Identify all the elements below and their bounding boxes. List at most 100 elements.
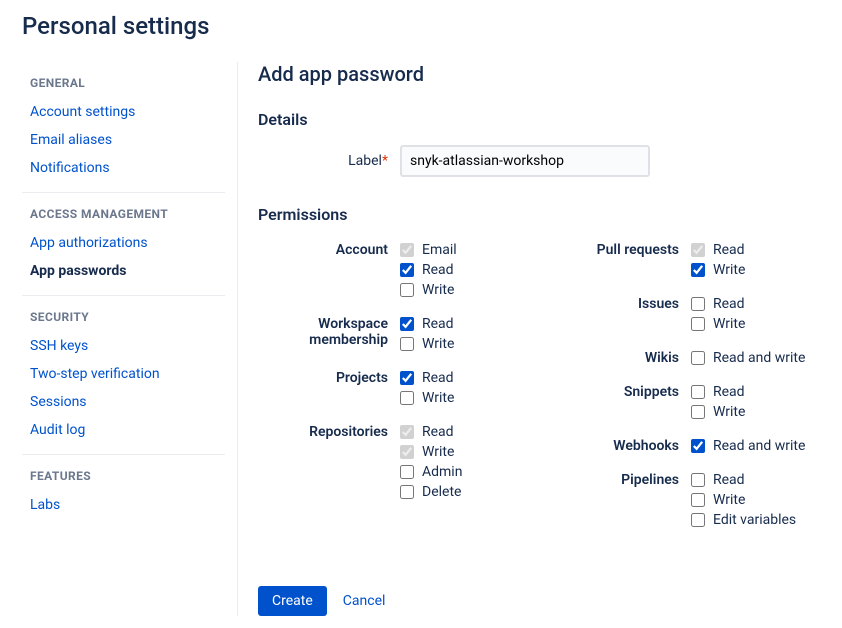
cancel-button[interactable]: Cancel [343, 593, 386, 609]
perm-checkbox[interactable] [400, 391, 414, 405]
permissions-right-column: Pull requestsReadWriteIssuesReadWriteWik… [549, 240, 820, 544]
perm-checkbox[interactable] [691, 317, 705, 331]
sidebar-item-sessions[interactable]: Sessions [22, 388, 225, 416]
main-content: Add app password Details Label* Permissi… [238, 62, 820, 616]
perm-checkbox[interactable] [691, 493, 705, 507]
sidebar-section: GENERALAccount settingsEmail aliasesNoti… [22, 62, 225, 193]
perm-options: Read Write [691, 240, 820, 280]
permissions-heading: Permissions [258, 205, 820, 224]
perm-option-label: Admin [422, 464, 462, 480]
perm-option[interactable]: Write [691, 260, 820, 280]
perm-group-label: Projects [258, 368, 400, 408]
perm-option[interactable]: Edit variables [691, 510, 820, 530]
perm-option[interactable]: Write [400, 334, 529, 354]
sidebar-item-labs[interactable]: Labs [22, 491, 225, 519]
perm-group-pull-requests: Pull requestsReadWrite [549, 240, 820, 280]
perm-option[interactable]: Read [691, 382, 820, 402]
perm-group-projects: Projects Read Write [258, 368, 529, 408]
sidebar-item-account-settings[interactable]: Account settings [22, 98, 225, 126]
create-button[interactable]: Create [258, 586, 327, 616]
perm-option-label: Write [422, 444, 454, 460]
perm-option[interactable]: Write [691, 402, 820, 422]
perm-option[interactable]: Read and write [691, 436, 820, 456]
perm-option-label: Read [713, 242, 745, 258]
perm-checkbox[interactable] [400, 337, 414, 351]
label-text: Label [348, 153, 382, 169]
perm-option-label: Write [422, 336, 454, 352]
perm-option[interactable]: Read [400, 422, 529, 442]
sidebar-item-app-authorizations[interactable]: App authorizations [22, 229, 225, 257]
perm-group-label: Snippets [549, 382, 691, 422]
perm-option[interactable]: Read and write [691, 348, 820, 368]
perm-option-label: Write [713, 404, 745, 420]
perm-option[interactable]: Read [400, 314, 529, 334]
sidebar-item-two-step-verification[interactable]: Two-step verification [22, 360, 225, 388]
perm-checkbox[interactable] [691, 405, 705, 419]
perm-option[interactable]: Read [400, 368, 529, 388]
perm-option[interactable]: Write [691, 490, 820, 510]
main-title: Add app password [258, 62, 820, 86]
sidebar-heading: ACCESS MANAGEMENT [22, 203, 225, 229]
perm-checkbox[interactable] [400, 317, 414, 331]
permissions-left-column: AccountEmailReadWriteWorkspace membershi… [258, 240, 529, 544]
perm-option[interactable]: Read [691, 240, 820, 260]
sidebar-heading: GENERAL [22, 72, 225, 98]
perm-option[interactable]: Delete [400, 482, 529, 502]
sidebar-item-email-aliases[interactable]: Email aliases [22, 126, 225, 154]
perm-option[interactable]: Write [400, 388, 529, 408]
perm-checkbox[interactable] [400, 465, 414, 479]
button-row: Create Cancel [258, 586, 820, 616]
perm-group-label: Account [258, 240, 400, 300]
perm-checkbox[interactable] [691, 297, 705, 311]
perm-option-label: Read and write [713, 438, 805, 454]
perm-checkbox[interactable] [691, 439, 705, 453]
perm-checkbox[interactable] [400, 371, 414, 385]
perm-option-label: Read [422, 370, 454, 386]
page-title: Personal settings [22, 12, 820, 40]
perm-option[interactable]: Admin [400, 462, 529, 482]
perm-option[interactable]: Email [400, 240, 529, 260]
perm-group-account: AccountEmail Read Write [258, 240, 529, 300]
perm-options: Email Read Write [400, 240, 529, 300]
perm-option[interactable]: Write [400, 280, 529, 300]
perm-checkbox[interactable] [691, 385, 705, 399]
sidebar-heading: SECURITY [22, 306, 225, 332]
perm-option-label: Read and write [713, 350, 805, 366]
perm-option[interactable]: Read [691, 470, 820, 490]
perm-option[interactable]: Write [691, 314, 820, 334]
sidebar-item-app-passwords[interactable]: App passwords [22, 257, 225, 285]
perm-checkbox[interactable] [691, 473, 705, 487]
perm-group-webhooks: WebhooksRead and write [549, 436, 820, 456]
perm-group-label: Repositories [258, 422, 400, 502]
perm-group-wikis: Wikis Read and write [549, 348, 820, 368]
perm-option-label: Write [713, 262, 745, 278]
perm-options: Read Write [400, 314, 529, 354]
perm-group-issues: IssuesReadWrite [549, 294, 820, 334]
sidebar-item-ssh-keys[interactable]: SSH keys [22, 332, 225, 360]
sidebar-item-audit-log[interactable]: Audit log [22, 416, 225, 444]
perm-checkbox[interactable] [691, 351, 705, 365]
perm-checkbox[interactable] [400, 283, 414, 297]
perm-option-label: Read [713, 296, 745, 312]
perm-group-workspace-membership: Workspace membershipRead Write [258, 314, 529, 354]
sidebar-heading: FEATURES [22, 465, 225, 491]
perm-option-label: Read [713, 472, 745, 488]
perm-option[interactable]: Read [400, 260, 529, 280]
perm-group-repositories: RepositoriesRead Write Admin Delete [258, 422, 529, 502]
label-input[interactable] [400, 145, 650, 177]
perm-option-label: Read [422, 262, 454, 278]
perm-option[interactable]: Write [400, 442, 529, 462]
perm-checkbox[interactable] [691, 513, 705, 527]
perm-options: Read Write [400, 368, 529, 408]
perm-options: Read Write Edit variables [691, 470, 820, 530]
perm-option[interactable]: Read [691, 294, 820, 314]
perm-group-label: Wikis [549, 348, 691, 368]
perm-option-label: Write [713, 492, 745, 508]
label-field-row: Label* [258, 145, 820, 177]
perm-checkbox[interactable] [691, 263, 705, 277]
sidebar-item-notifications[interactable]: Notifications [22, 154, 225, 182]
perm-group-label: Workspace membership [258, 314, 400, 354]
perm-option-label: Read [713, 384, 745, 400]
perm-checkbox[interactable] [400, 485, 414, 499]
perm-checkbox[interactable] [400, 263, 414, 277]
